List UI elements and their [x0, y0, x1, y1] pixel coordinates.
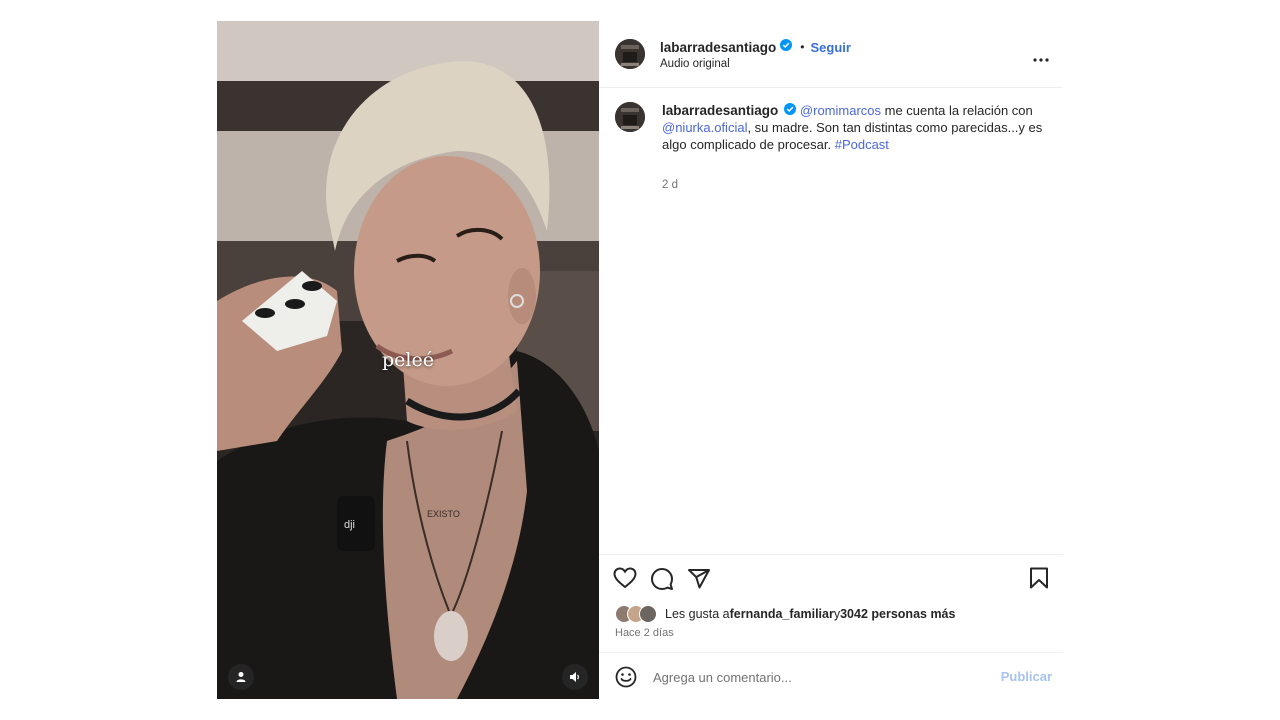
profile-avatar-image	[615, 102, 645, 132]
hashtag-link[interactable]: #Podcast	[835, 137, 889, 152]
post-video[interactable]: dji EXISTO peleé	[217, 21, 599, 699]
follow-button[interactable]: Seguir	[811, 40, 851, 55]
svg-text:dji: dji	[344, 519, 355, 531]
liker-avatars[interactable]	[615, 605, 663, 623]
share-button[interactable]	[687, 567, 711, 596]
video-caption-overlay: peleé	[382, 349, 434, 371]
header-username[interactable]: labarradesantiago	[660, 40, 776, 55]
profile-avatar-image	[615, 39, 645, 69]
action-bar	[599, 554, 1063, 601]
more-options-icon	[1033, 58, 1049, 62]
likes-prefix: Les gusta a	[665, 607, 730, 621]
user-tag-icon	[236, 672, 246, 682]
publish-button[interactable]: Publicar	[1001, 669, 1052, 684]
comment-input[interactable]	[651, 665, 975, 689]
likes-summary: Les gusta a fernanda_familiar y 3042 per…	[615, 605, 955, 623]
emoji-button[interactable]	[615, 666, 637, 693]
user-tag-button[interactable]	[228, 664, 254, 690]
avatar	[639, 605, 657, 623]
separator-dot: •	[800, 40, 805, 54]
post-caption: labarradesantiago @romimarcos me cuenta …	[662, 102, 1047, 153]
caption-text: me cuenta la relación con	[881, 103, 1033, 118]
audio-label[interactable]: Audio original	[660, 58, 730, 70]
comment-button[interactable]	[650, 567, 674, 596]
speaker-icon	[570, 672, 579, 682]
verified-badge-icon	[784, 102, 797, 119]
caption-avatar[interactable]	[615, 102, 645, 132]
heart-icon	[613, 567, 637, 589]
svg-text:EXISTO: EXISTO	[427, 509, 460, 519]
emoji-icon	[615, 666, 637, 688]
like-button[interactable]	[613, 567, 637, 594]
caption-username[interactable]: labarradesantiago	[662, 103, 778, 118]
header-user-line: labarradesantiago • Seguir	[660, 38, 851, 56]
caption-timestamp[interactable]: 2 d	[662, 179, 678, 191]
sound-toggle-button[interactable]	[562, 664, 588, 690]
likes-count[interactable]: 3042 personas más	[840, 607, 955, 621]
avatar[interactable]	[615, 39, 645, 69]
comments-section: labarradesantiago @romimarcos me cuenta …	[599, 88, 1063, 553]
more-options-button[interactable]	[1033, 49, 1049, 67]
mention-link[interactable]: @romimarcos	[800, 103, 881, 118]
post-header: labarradesantiago • Seguir Audio origina…	[599, 21, 1063, 88]
liker-username[interactable]: fernanda_familiar	[730, 607, 834, 621]
post-details-panel: labarradesantiago • Seguir Audio origina…	[599, 21, 1063, 699]
instagram-post: dji EXISTO peleé labarradesantiago • Seg…	[217, 21, 1063, 699]
verified-badge-icon	[780, 38, 793, 56]
save-button[interactable]	[1029, 567, 1049, 594]
share-icon	[688, 569, 710, 589]
post-date[interactable]: Hace 2 días	[615, 627, 674, 639]
bookmark-icon	[1030, 567, 1048, 589]
mention-link[interactable]: @niurka.oficial	[662, 120, 747, 135]
add-comment-bar: Publicar	[599, 652, 1063, 700]
comment-icon	[651, 568, 673, 590]
